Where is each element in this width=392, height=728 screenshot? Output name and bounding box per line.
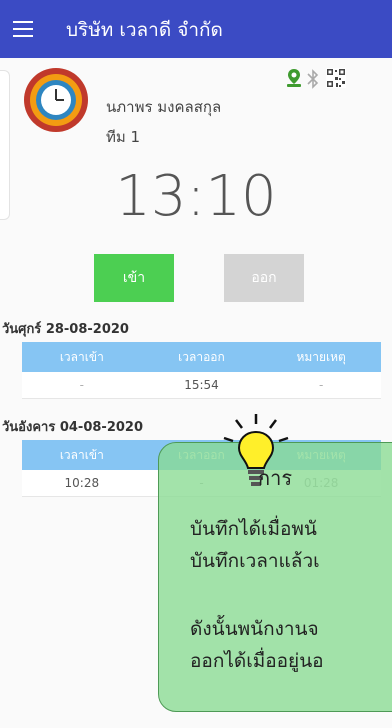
column-header-note: หมายเหตุ xyxy=(261,440,381,470)
bluetooth-icon[interactable] xyxy=(306,68,320,94)
table-row: 10:28 - 01:28 xyxy=(22,470,381,497)
employee-team: ทีม 1 xyxy=(106,128,141,146)
app-title: บริษัท เวลาดี จำกัด xyxy=(66,19,223,41)
column-header-note: หมายเหตุ xyxy=(261,342,381,372)
column-header-check-out: เวลาออก xyxy=(141,440,262,470)
time-log-table: เวลาเข้า เวลาออก หมายเหตุ 10:28 - 01:28 xyxy=(22,440,381,497)
check-in-button[interactable]: เข้า xyxy=(94,254,174,302)
log-date: วันอังคาร 04-08-2020 xyxy=(2,420,144,435)
tip-text-line: บันทึกเวลาแล้วเ xyxy=(190,550,320,572)
location-pin-icon[interactable] xyxy=(286,68,302,92)
qr-code-icon[interactable] xyxy=(326,68,346,92)
column-header-check-in: เวลาเข้า xyxy=(22,440,142,470)
cell-check-out: 15:54 xyxy=(141,372,262,399)
hamburger-menu-icon[interactable] xyxy=(12,16,38,42)
company-logo-icon xyxy=(22,66,90,134)
tip-text-line: บันทึกได้เมื่อพนั xyxy=(190,518,317,540)
time-log-table: เวลาเข้า เวลาออก หมายเหตุ - 15:54 - xyxy=(22,342,381,399)
employee-name: นภาพร มงคลสกุล xyxy=(106,98,222,116)
log-date: วันศุกร์ 28-08-2020 xyxy=(2,322,129,337)
app-bar: บริษัท เวลาดี จำกัด xyxy=(0,0,392,58)
cell-note: - xyxy=(261,372,381,399)
column-header-check-in: เวลาเข้า xyxy=(22,342,142,372)
tip-text-line: ดังนั้นพนักงานจ xyxy=(190,618,319,640)
tip-text-line: ออกได้เมื่ออยู่นอ xyxy=(190,650,324,672)
check-out-button[interactable]: ออก xyxy=(224,254,304,302)
current-time: 13:10 xyxy=(115,164,277,229)
cell-note: 01:28 xyxy=(261,470,381,497)
app-screen: บริษัท เวลาดี จำกัด นภาพร มงคลสกุล ทีม 1 xyxy=(0,0,392,728)
table-row: - 15:54 - xyxy=(22,372,381,399)
cell-check-in: - xyxy=(22,372,142,399)
cell-check-in: 10:28 xyxy=(22,470,142,497)
cell-check-out: - xyxy=(141,470,262,497)
column-header-check-out: เวลาออก xyxy=(141,342,262,372)
